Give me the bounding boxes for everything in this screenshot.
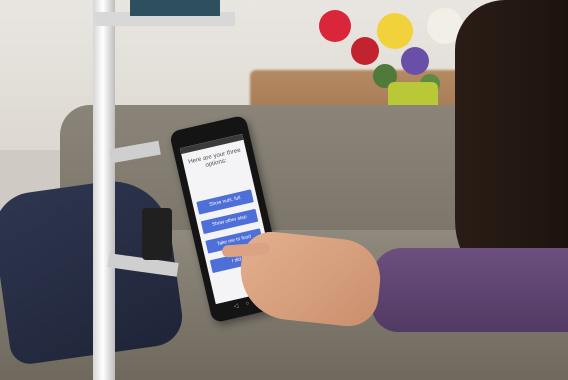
photo-scene: Here are your three options: Show nuts. … (0, 0, 568, 380)
circuit-board (130, 0, 220, 16)
purple-sleeve (372, 248, 568, 332)
tablet-clamp (142, 208, 172, 260)
aluminum-pole (93, 0, 115, 380)
